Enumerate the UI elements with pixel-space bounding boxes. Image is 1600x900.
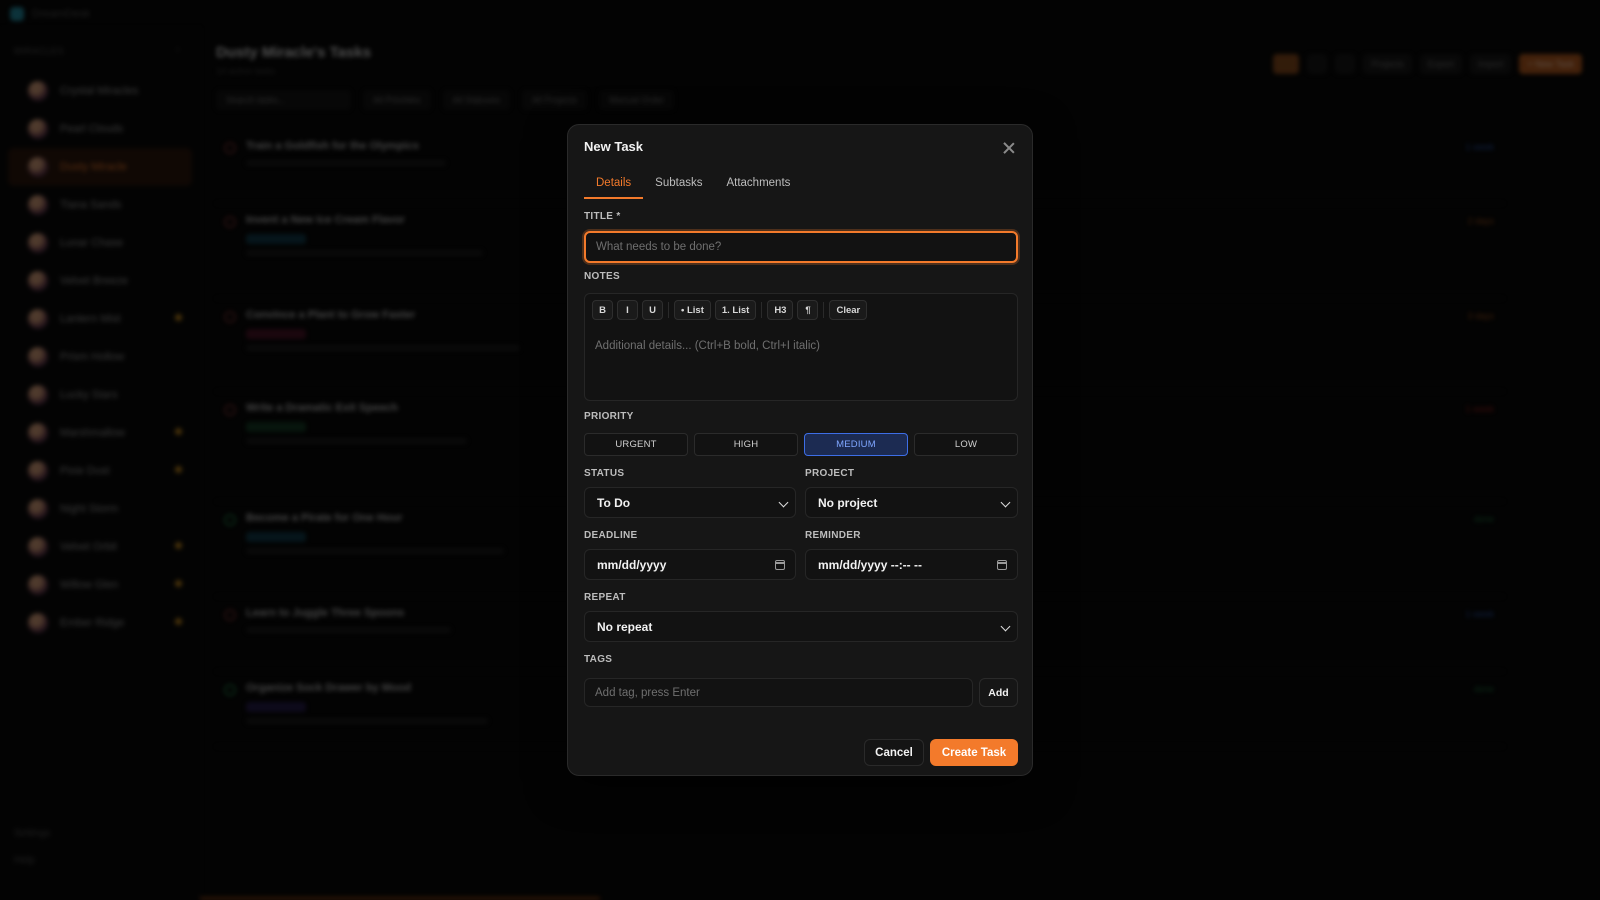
calendar-icon[interactable]	[775, 560, 785, 570]
priority-low-button[interactable]: LOW	[914, 433, 1018, 456]
bold-button[interactable]: B	[592, 300, 613, 320]
new-task-dialog: New Task Details Subtasks Attachments TI…	[567, 124, 1033, 776]
italic-button[interactable]: I	[617, 300, 638, 320]
title-label: TITLE *	[584, 211, 621, 222]
deadline-value: mm/dd/yyyy	[597, 557, 667, 572]
status-label: STATUS	[584, 468, 625, 479]
paragraph-button[interactable]: ¶	[797, 300, 819, 320]
priority-high-button[interactable]: HIGH	[694, 433, 798, 456]
notes-placeholder: Additional details... (Ctrl+B bold, Ctrl…	[595, 340, 820, 352]
cancel-button[interactable]: Cancel	[864, 739, 924, 766]
underline-button[interactable]: U	[642, 300, 663, 320]
reminder-label: REMINDER	[805, 530, 861, 541]
tab-attachments[interactable]: Attachments	[714, 177, 802, 199]
priority-urgent-button[interactable]: URGENT	[584, 433, 688, 456]
tab-subtasks[interactable]: Subtasks	[643, 177, 714, 199]
chevron-down-icon	[1000, 621, 1011, 632]
clear-format-button[interactable]: Clear	[829, 300, 868, 320]
project-label: PROJECT	[805, 468, 855, 479]
repeat-label: REPEAT	[584, 592, 626, 603]
chevron-down-icon	[1000, 497, 1011, 508]
calendar-icon[interactable]	[997, 560, 1007, 570]
toolbar-divider	[668, 302, 669, 318]
numbered-list-button[interactable]: 1. List	[714, 300, 757, 320]
tag-input[interactable]	[584, 678, 973, 707]
title-input[interactable]	[584, 231, 1018, 263]
bullet-list-button[interactable]: • List	[674, 300, 711, 320]
tab-details[interactable]: Details	[584, 177, 644, 199]
tags-label: TAGS	[584, 654, 613, 665]
create-task-button[interactable]: Create Task	[930, 739, 1018, 766]
priority-selector: URGENT HIGH MEDIUM LOW	[584, 433, 1018, 456]
reminder-value: mm/dd/yyyy --:-- --	[818, 557, 923, 572]
status-select[interactable]: To Do	[584, 487, 796, 518]
heading-button[interactable]: H3	[767, 300, 794, 320]
dialog-tabs: Details Subtasks Attachments	[584, 177, 802, 199]
toolbar-divider	[761, 302, 763, 318]
priority-label: PRIORITY	[584, 411, 634, 422]
status-value: To Do	[597, 495, 631, 510]
repeat-value: No repeat	[597, 619, 653, 634]
toolbar-divider	[823, 302, 825, 318]
project-value: No project	[818, 495, 878, 510]
add-tag-button[interactable]: Add	[979, 678, 1018, 707]
repeat-select[interactable]: No repeat	[584, 611, 1018, 642]
priority-medium-button[interactable]: MEDIUM	[804, 433, 908, 456]
notes-toolbar: B I U • List 1. List H3 ¶ Clear	[592, 300, 871, 320]
dialog-title: New Task	[584, 139, 644, 154]
deadline-date-input[interactable]: mm/dd/yyyy	[584, 549, 796, 580]
chevron-down-icon	[778, 497, 789, 508]
notes-editor[interactable]: B I U • List 1. List H3 ¶ Clear Addition…	[584, 293, 1018, 401]
notes-label: NOTES	[584, 271, 620, 282]
deadline-label: DEADLINE	[584, 530, 638, 541]
project-select[interactable]: No project	[805, 487, 1018, 518]
close-icon[interactable]	[1002, 141, 1016, 155]
reminder-datetime-input[interactable]: mm/dd/yyyy --:-- --	[805, 549, 1018, 580]
